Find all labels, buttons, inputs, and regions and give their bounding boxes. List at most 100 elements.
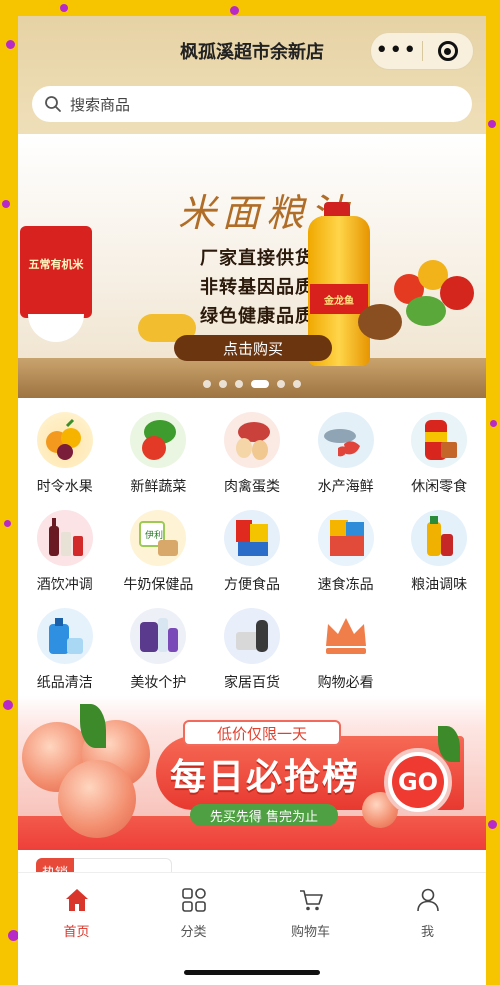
category-label: 家居百货 — [223, 675, 280, 691]
cleaning-icon — [36, 608, 93, 664]
confetti-dot — [488, 120, 496, 128]
category-row: 纸品清洁 美妆个护 家居百货 购物必看 — [18, 608, 486, 706]
tomato-bowl-image — [28, 314, 84, 342]
category-snack[interactable]: 休闲零食 — [392, 412, 486, 510]
category-seafood[interactable]: 水产海鲜 — [299, 412, 393, 510]
category-instant-food[interactable]: 方便食品 — [205, 510, 299, 608]
vegetable-icon — [130, 412, 187, 468]
category-drinks[interactable]: 酒饮冲调 — [18, 510, 112, 608]
header: 枫孤溪超市余新店 ••• 搜索商品 — [18, 16, 486, 134]
go-button[interactable]: GO — [384, 748, 452, 816]
search-icon — [45, 96, 61, 112]
category-label: 水产海鲜 — [317, 479, 374, 495]
confetti-dot — [3, 700, 13, 710]
tab-category[interactable]: 分类 — [135, 873, 252, 985]
category-label: 肉禽蛋类 — [223, 479, 280, 495]
confetti-dot — [488, 820, 497, 829]
crown-icon — [318, 608, 374, 664]
category-grain-oil[interactable]: 粮油调味 — [392, 510, 486, 608]
user-icon — [416, 888, 439, 912]
confetti-dot — [2, 200, 10, 208]
frozen-food-icon — [317, 510, 374, 566]
banner-table — [18, 358, 486, 398]
category-household[interactable]: 家居百货 — [205, 608, 299, 706]
carousel-dot[interactable] — [293, 380, 301, 388]
household-icon — [223, 608, 280, 664]
meat-egg-icon — [223, 412, 280, 468]
carousel-indicator — [18, 380, 486, 388]
more-button[interactable]: ••• — [371, 40, 422, 62]
snack-icon — [411, 412, 468, 468]
confetti-dot — [6, 40, 15, 49]
category-label: 粮油调味 — [411, 577, 468, 593]
svg-text:伊利: 伊利 — [145, 529, 163, 541]
category-label: 购物必看 — [317, 675, 374, 691]
tab-bar: 首页 分类 购物车 我 — [18, 872, 486, 985]
home-icon — [65, 889, 88, 911]
banner-line: 绿色健康品质 — [200, 306, 314, 327]
category-meat-egg[interactable]: 肉禽蛋类 — [205, 412, 299, 510]
search-bar[interactable]: 搜索商品 — [32, 86, 472, 122]
banner-line: 厂家直接供货 — [200, 248, 314, 269]
phone-screen: 枫孤溪超市余新店 ••• 搜索商品 五常有机米 米面粮油 厂家直接供货 非转基因… — [18, 16, 486, 985]
carousel-dot[interactable] — [203, 380, 211, 388]
category-frozen[interactable]: 速食冻品 — [299, 510, 393, 608]
close-button[interactable] — [422, 41, 473, 61]
carousel-dot[interactable] — [219, 380, 227, 388]
mini-program-capsule: ••• — [370, 32, 474, 70]
category-grid: 时令水果 新鲜蔬菜 肉禽蛋类 水产海鲜 休闲零食 酒饮冲调 伊利 牛奶保健品 方… — [18, 398, 486, 706]
rice-bag-image: 五常有机米 — [20, 226, 92, 318]
category-label: 美妆个护 — [130, 675, 187, 691]
tab-me[interactable]: 我 — [369, 873, 486, 985]
confetti-dot — [4, 520, 11, 527]
promo-subtitle: 先买先得 售完为止 — [190, 804, 338, 826]
go-label: GO — [392, 756, 444, 808]
category-cleaning[interactable]: 纸品清洁 — [18, 608, 112, 706]
category-label: 牛奶保健品 — [123, 577, 194, 593]
promo-title: 每日必抢榜 — [170, 757, 361, 798]
category-label: 纸品清洁 — [36, 675, 93, 691]
category-label: 新鲜蔬菜 — [130, 479, 187, 495]
category-icon — [181, 888, 206, 912]
banner-carousel[interactable]: 五常有机米 米面粮油 厂家直接供货 非转基因品质 绿色健康品质 金龙鱼 点击购买 — [18, 134, 486, 398]
tab-label: 我 — [420, 925, 434, 940]
carousel-dot-active[interactable] — [251, 380, 269, 388]
confetti-dot — [60, 4, 68, 12]
category-fruit[interactable]: 时令水果 — [18, 412, 112, 510]
drinks-icon — [36, 510, 93, 566]
target-icon — [437, 41, 458, 61]
fruit-icon — [36, 412, 93, 468]
milk-icon: 伊利 — [130, 510, 187, 566]
category-row: 时令水果 新鲜蔬菜 肉禽蛋类 水产海鲜 休闲零食 — [18, 412, 486, 510]
category-vegetable[interactable]: 新鲜蔬菜 — [112, 412, 206, 510]
beauty-icon — [130, 608, 187, 664]
category-milk[interactable]: 伊利 牛奶保健品 — [112, 510, 206, 608]
tab-label: 首页 — [63, 925, 90, 940]
category-label: 时令水果 — [36, 479, 93, 495]
category-label: 休闲零食 — [411, 479, 468, 495]
category-label: 方便食品 — [223, 577, 280, 593]
daily-deal-banner[interactable]: 低价仅限一天 每日必抢榜 先买先得 售完为止 GO — [18, 696, 486, 850]
carousel-dot[interactable] — [235, 380, 243, 388]
cart-icon — [299, 890, 323, 911]
category-label: 酒饮冲调 — [36, 577, 93, 593]
buy-now-button[interactable]: 点击购买 — [174, 335, 332, 361]
home-indicator — [184, 970, 320, 975]
banner-line: 非转基因品质 — [200, 277, 314, 298]
tab-home[interactable]: 首页 — [18, 873, 135, 985]
instant-food-icon — [223, 510, 280, 566]
category-label: 速食冻品 — [317, 577, 374, 593]
oil-label: 金龙鱼 — [310, 284, 368, 314]
tab-label: 购物车 — [290, 925, 330, 940]
vegetables-image — [394, 254, 478, 334]
seafood-icon — [317, 412, 374, 468]
search-placeholder: 搜索商品 — [70, 95, 131, 114]
promo-tag: 低价仅限一天 — [183, 720, 341, 746]
confetti-dot — [230, 6, 239, 15]
peach-image — [58, 760, 136, 838]
category-must-see[interactable]: 购物必看 — [299, 608, 393, 706]
tab-label: 分类 — [180, 925, 207, 940]
tab-cart[interactable]: 购物车 — [252, 873, 369, 985]
carousel-dot[interactable] — [277, 380, 285, 388]
category-beauty[interactable]: 美妆个护 — [112, 608, 206, 706]
